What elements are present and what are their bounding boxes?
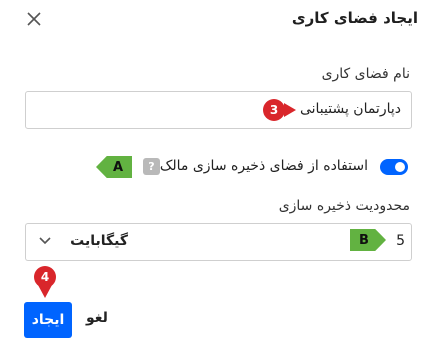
owner-storage-label: استفاده از فضای ذخیره سازی مالک <box>159 158 368 174</box>
storage-unit-value: گیگابایت <box>70 233 128 249</box>
workspace-name-value: دپارتمان پشتیبانی <box>299 101 401 117</box>
annotation-a-text: A <box>112 159 124 175</box>
create-workspace-dialog: ایجاد فضای کاری نام فضای کاری دپارتمان پ… <box>0 0 434 353</box>
annotation-4-text: 4 <box>40 270 50 284</box>
annotation-marker-a: A <box>96 156 132 178</box>
storage-limit-label: محدودیت ذخیره سازی <box>278 198 410 214</box>
storage-unit-select[interactable]: گیگابایت <box>25 223 162 261</box>
help-icon[interactable]: ? <box>143 158 160 175</box>
chevron-down-icon <box>39 237 51 245</box>
workspace-name-input[interactable]: دپارتمان پشتیبانی <box>25 91 412 129</box>
owner-storage-toggle[interactable] <box>380 159 408 175</box>
storage-limit-value: 5 <box>396 233 405 249</box>
close-icon[interactable] <box>26 11 42 27</box>
annotation-b-text: B <box>359 232 369 248</box>
workspace-name-label: نام فضای کاری <box>321 66 410 82</box>
toggle-knob <box>395 162 405 172</box>
create-button[interactable]: ایجاد <box>24 302 72 338</box>
cancel-button[interactable]: لغو <box>86 310 108 326</box>
dialog-title: ایجاد فضای کاری <box>291 9 418 27</box>
annotation-3-text: 3 <box>269 103 279 117</box>
